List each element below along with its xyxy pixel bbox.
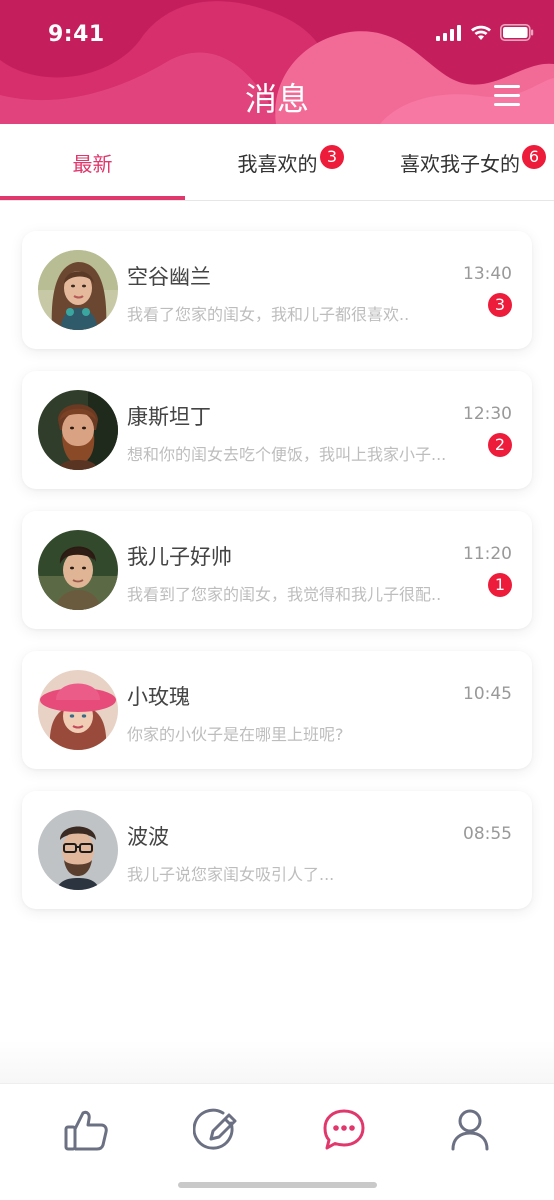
message-time: 08:55: [463, 824, 512, 844]
message-preview: 我看到了您家的闺女，我觉得和我儿子很配..: [127, 585, 442, 604]
page-title: 消息: [244, 80, 309, 118]
message-preview: 想和你的闺女去吃个便饭，我叫上我家小子...: [127, 445, 447, 464]
contact-name: 康斯坦丁: [127, 405, 211, 429]
battery-icon: [500, 24, 534, 41]
nav-messages[interactable]: [320, 1106, 368, 1154]
unread-badge: 1: [488, 573, 512, 597]
tab-likes-my-children-badge: 6: [522, 145, 546, 169]
message-time: 13:40: [463, 264, 512, 284]
tab-bar: 最新 我喜欢的 3 喜欢我子女的 6: [0, 124, 554, 201]
status-bar: 9:41: [0, 0, 554, 70]
message-preview: 你家的小伙子是在哪里上班呢?: [127, 725, 344, 744]
list-item[interactable]: 波波 08:55 我儿子说您家闺女吸引人了...: [22, 791, 532, 909]
nav-like[interactable]: [62, 1106, 110, 1154]
menu-icon[interactable]: [494, 83, 524, 109]
status-time: 9:41: [48, 22, 105, 47]
message-preview: 我看了您家的闺女，我和儿子都很喜欢..: [127, 305, 410, 324]
signal-icon: [436, 24, 461, 41]
chat-bubble-icon: [323, 1109, 365, 1150]
tab-latest[interactable]: 最新: [0, 124, 185, 201]
messages-screen: 9:41 消息 最新 我喜欢的 3 喜欢我子女的 6 空谷幽兰 13:40 我看…: [0, 0, 554, 1200]
edit-icon: [193, 1108, 237, 1150]
contact-name: 小玫瑰: [127, 685, 190, 709]
contact-name: 我儿子好帅: [127, 545, 232, 569]
unread-badge: 3: [488, 293, 512, 317]
thumbs-up-icon: [64, 1110, 108, 1151]
unread-badge: 2: [488, 433, 512, 457]
list-item[interactable]: 空谷幽兰 13:40 我看了您家的闺女，我和儿子都很喜欢.. 3: [22, 231, 532, 349]
wifi-icon: [471, 25, 491, 40]
active-tab-indicator: [0, 196, 185, 200]
nav-profile[interactable]: [446, 1106, 494, 1154]
home-indicator: [178, 1182, 377, 1188]
bearded-man-avatar: [38, 390, 118, 470]
nav-edit[interactable]: [192, 1106, 240, 1154]
status-icons: [436, 24, 534, 41]
bottom-fade: [0, 1040, 554, 1086]
woman-portrait-avatar: [38, 250, 118, 330]
tab-i-like-badge: 3: [320, 145, 344, 169]
tab-latest-label: 最新: [72, 152, 113, 176]
contact-name: 波波: [127, 825, 169, 849]
young-man-avatar: [38, 530, 118, 610]
tab-likes-my-children-label: 喜欢我子女的: [400, 152, 520, 176]
profile-icon: [451, 1109, 489, 1151]
woman-pink-hat-avatar: [38, 670, 118, 750]
message-time: 12:30: [463, 404, 512, 424]
list-item[interactable]: 小玫瑰 10:45 你家的小伙子是在哪里上班呢?: [22, 651, 532, 769]
list-item[interactable]: 我儿子好帅 11:20 我看到了您家的闺女，我觉得和我儿子很配.. 1: [22, 511, 532, 629]
contact-name: 空谷幽兰: [127, 265, 211, 289]
header: 9:41 消息: [0, 0, 554, 124]
list-item[interactable]: 康斯坦丁 12:30 想和你的闺女去吃个便饭，我叫上我家小子... 2: [22, 371, 532, 489]
message-time: 11:20: [463, 544, 512, 564]
message-time: 10:45: [463, 684, 512, 704]
man-glasses-avatar: [38, 810, 118, 890]
message-preview: 我儿子说您家闺女吸引人了...: [127, 865, 335, 884]
tab-i-like-label: 我喜欢的: [237, 152, 318, 176]
